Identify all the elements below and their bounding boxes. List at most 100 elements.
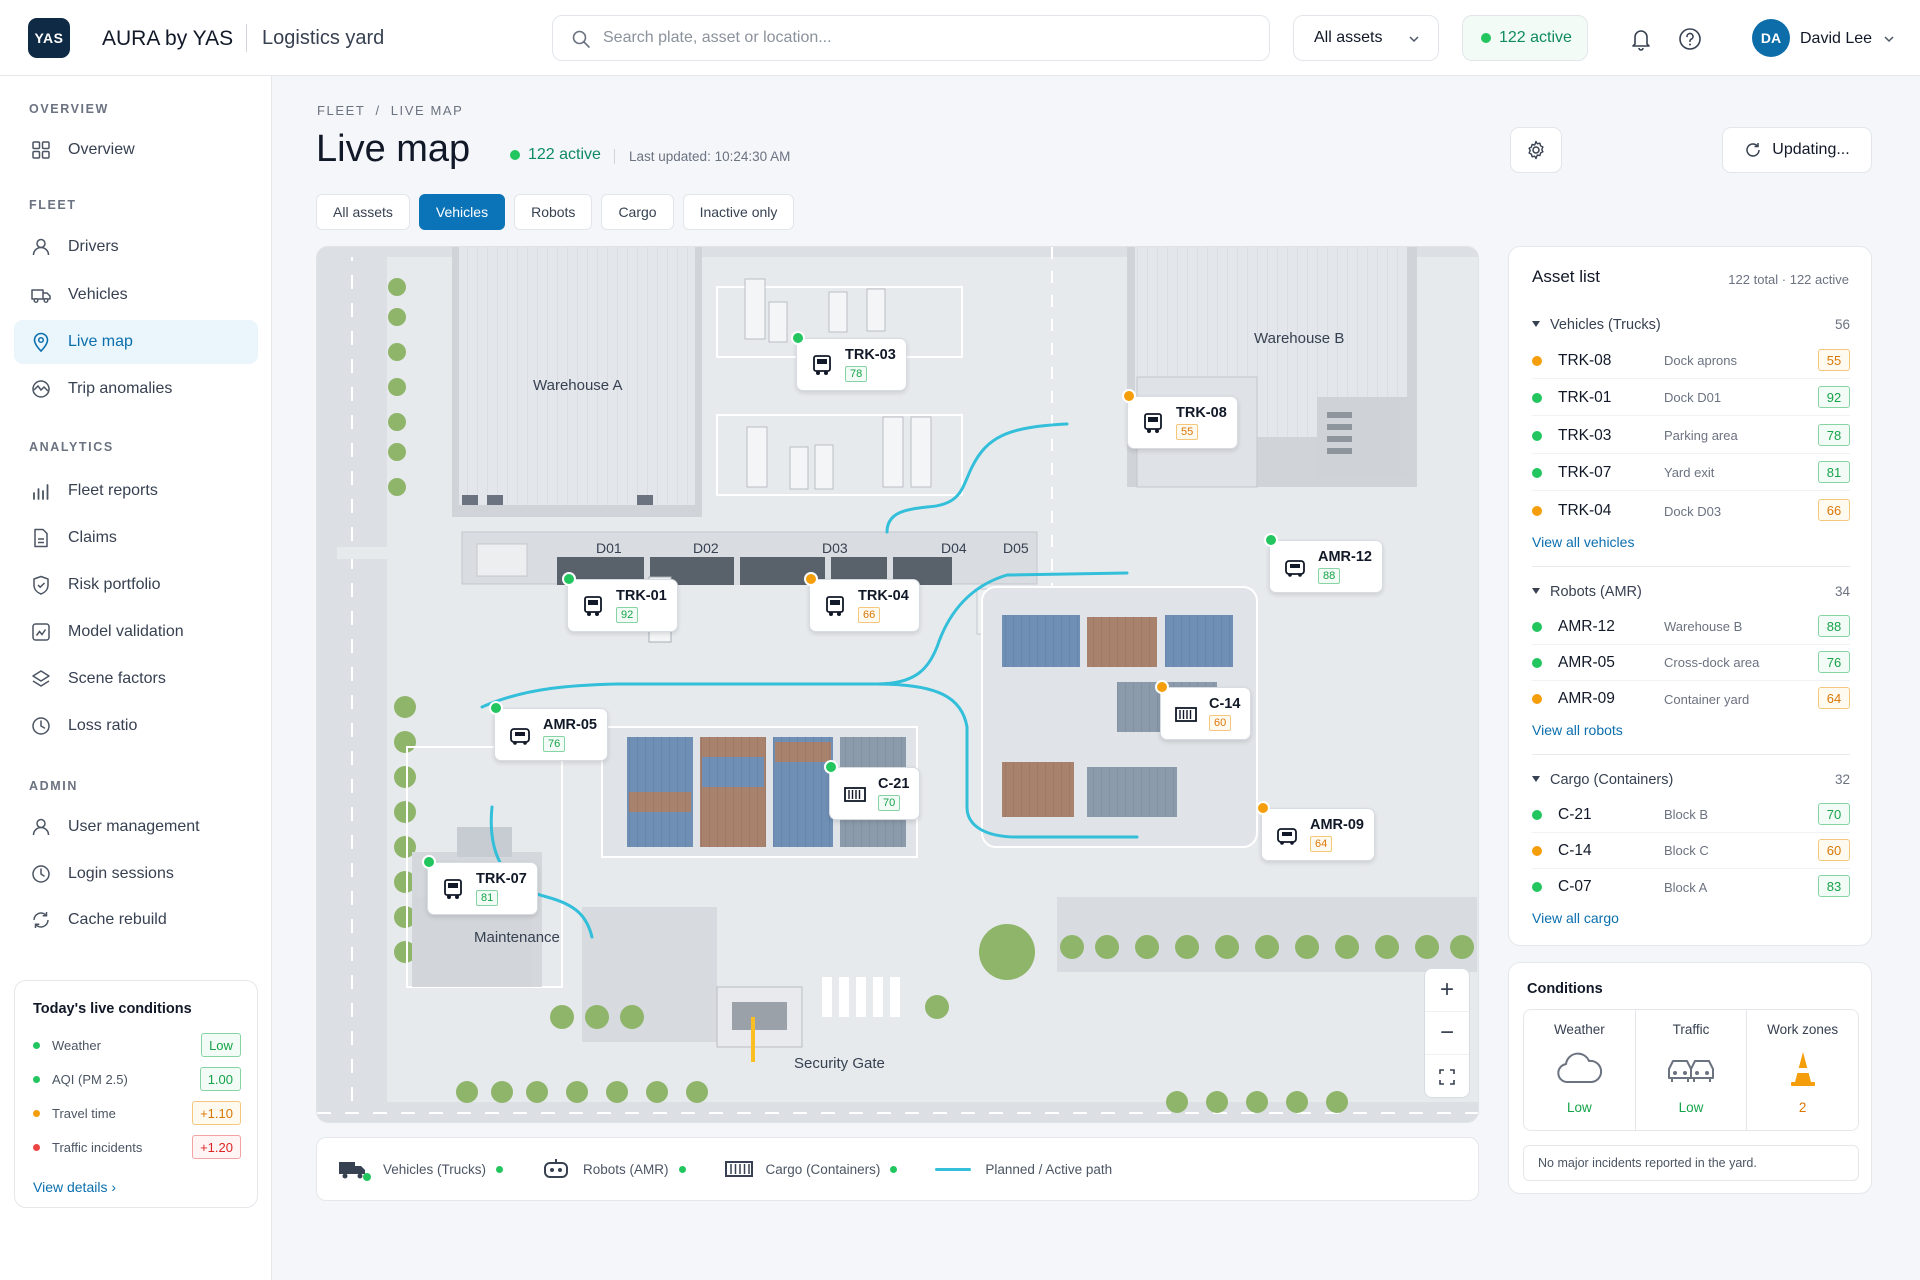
yard-map[interactable]: Warehouse A Warehouse B Maintenance Secu… (316, 246, 1479, 1123)
view-all-robots-link[interactable]: View all robots (1532, 722, 1623, 738)
fullscreen-button[interactable] (1425, 1055, 1469, 1098)
tab-cargo[interactable]: Cargo (601, 194, 674, 230)
asset-row[interactable]: TRK-07 Yard exit 81 (1532, 455, 1850, 491)
search-box[interactable] (552, 15, 1270, 61)
tab-inactive-only[interactable]: Inactive only (682, 194, 795, 230)
asset-row[interactable]: AMR-05 Cross-dock area 76 (1532, 645, 1850, 681)
asset-row[interactable]: TRK-01 Dock D01 92 (1532, 380, 1850, 416)
truck-icon (813, 354, 831, 375)
sidebar-item-vehicles[interactable]: Vehicles (14, 273, 258, 317)
asset-row[interactable]: TRK-08 Dock aprons 55 (1532, 343, 1850, 379)
sidebar-item-live-map[interactable]: Live map (14, 320, 258, 364)
search-input[interactable] (603, 16, 1243, 60)
asset-filter-dropdown[interactable]: All assets (1293, 15, 1439, 61)
sidebar-item-drivers[interactable]: Drivers (14, 225, 258, 269)
zoom-out-button[interactable]: − (1425, 1012, 1469, 1055)
status-dot (510, 150, 520, 160)
sidebar-section-admin: ADMIN (29, 779, 78, 793)
marker-score: 92 (616, 607, 639, 623)
map-marker-trk-04[interactable]: TRK-04 66 (804, 572, 920, 632)
settings-button[interactable] (1510, 127, 1562, 173)
marker-score: 55 (1176, 424, 1199, 440)
sidebar-item-claims[interactable]: Claims (14, 516, 258, 560)
map-marker-c-21[interactable]: C-21 70 (824, 760, 921, 820)
sidebar-item-user-management[interactable]: User management (14, 805, 258, 849)
condition-label: Traffic incidents (52, 1139, 143, 1155)
status-dot (496, 1165, 504, 1173)
status-dot (562, 572, 576, 586)
condition-value: 2 (1798, 1100, 1807, 1115)
view-all-cargo-link[interactable]: View all cargo (1532, 910, 1619, 926)
marker-score: 78 (845, 366, 868, 382)
asset-row[interactable]: TRK-04 Dock D03 66 (1532, 493, 1850, 529)
path-line-swatch (935, 1167, 972, 1171)
condition-label: Weather (1553, 1022, 1605, 1037)
user-name[interactable]: David Lee (1800, 30, 1872, 48)
sidebar-item-cache-rebuild[interactable]: Cache rebuild (14, 898, 258, 942)
live-conditions-title: Today's live conditions (33, 1001, 192, 1017)
asset-location: Block B (1664, 807, 1709, 822)
asset-row[interactable]: AMR-12 Warehouse B 88 (1532, 609, 1850, 645)
status-dot (33, 1143, 40, 1151)
sidebar-item-trip-anomalies[interactable]: Trip anomalies (14, 367, 258, 411)
bell-icon[interactable] (1628, 26, 1654, 52)
conditions-grid: Weather Low Traffic Low Work zones 2 (1523, 1009, 1859, 1131)
updating-button[interactable]: Updating... (1722, 127, 1872, 173)
zoom-in-button[interactable]: + (1425, 969, 1469, 1012)
active-count-pill[interactable]: 122 active (1462, 15, 1588, 61)
asset-id: TRK-08 (1558, 351, 1612, 369)
refresh-icon (1746, 143, 1761, 157)
sidebar-item-risk-portfolio[interactable]: Risk portfolio (14, 563, 258, 607)
sidebar-item-login-sessions[interactable]: Login sessions (14, 852, 258, 896)
workspace-title: Logistics yard (262, 27, 385, 49)
map-marker-trk-07[interactable]: TRK-07 81 (422, 855, 538, 915)
map-marker-trk-01[interactable]: TRK-01 92 (562, 572, 678, 632)
map-marker-trk-08[interactable]: TRK-08 55 (1122, 389, 1238, 449)
marker-id: TRK-07 (476, 871, 527, 887)
breadcrumb-fleet[interactable]: FLEET (317, 103, 365, 118)
asset-id: C-07 (1558, 878, 1592, 895)
avatar[interactable]: DA (1752, 19, 1790, 57)
asset-row[interactable]: AMR-09 Container yard 64 (1532, 681, 1850, 717)
truck-icon (444, 878, 462, 899)
cloud-icon (1557, 1052, 1603, 1083)
status-dot (33, 1109, 40, 1117)
group-header-vehicles[interactable]: Vehicles (Trucks) 56 (1532, 317, 1850, 333)
chevron-down-icon[interactable] (1883, 33, 1895, 45)
sidebar-item-model-validation[interactable]: Model validation (14, 610, 258, 654)
marker-id: C-21 (878, 776, 910, 792)
map-marker-amr-12[interactable]: AMR-12 88 (1264, 533, 1383, 593)
top-bar: YAS AURA by YAS Logistics yard All asset… (0, 0, 1920, 76)
asset-row[interactable]: C-21 Block B 70 (1532, 797, 1850, 833)
caret-down-icon (1532, 321, 1540, 327)
group-header-cargo[interactable]: Cargo (Containers) 32 (1532, 772, 1850, 788)
truck-icon (826, 595, 844, 616)
map-marker-trk-03[interactable]: TRK-03 78 (791, 331, 907, 391)
view-all-vehicles-link[interactable]: View all vehicles (1532, 534, 1634, 550)
asset-row[interactable]: C-07 Block A 83 (1532, 869, 1850, 905)
condition-label: Weather (52, 1037, 101, 1053)
asset-row[interactable]: C-14 Block C 60 (1532, 833, 1850, 869)
view-details-link[interactable]: View details › (33, 1179, 116, 1195)
asset-location: Dock D03 (1664, 503, 1722, 519)
sidebar-item-overview[interactable]: Overview (14, 128, 258, 172)
document-icon (34, 528, 48, 548)
sidebar-item-scene-factors[interactable]: Scene factors (14, 657, 258, 701)
sidebar-item-loss-ratio[interactable]: Loss ratio (14, 704, 258, 748)
group-header-robots[interactable]: Robots (AMR) 34 (1532, 584, 1850, 600)
tab-robots[interactable]: Robots (514, 194, 593, 230)
map-marker-amr-09[interactable]: AMR-09 64 (1256, 801, 1375, 861)
tab-vehicles[interactable]: Vehicles (418, 194, 506, 230)
asset-list-meta: 122 total · 122 active (1728, 272, 1849, 287)
help-icon[interactable] (1677, 26, 1703, 52)
status-dot (1122, 389, 1136, 403)
tab-all-assets[interactable]: All assets (316, 194, 410, 230)
status-dot (1532, 467, 1542, 478)
sidebar-item-fleet-reports[interactable]: Fleet reports (14, 469, 258, 513)
sidebar-item-label: Scene factors (68, 670, 166, 687)
asset-row[interactable]: TRK-03 Parking area 78 (1532, 418, 1850, 454)
map-marker-c-14[interactable]: C-14 60 (1155, 680, 1252, 740)
dock-label-d02: D02 (693, 540, 719, 556)
map-marker-amr-05[interactable]: AMR-05 76 (489, 701, 608, 761)
app-logo[interactable]: YAS (28, 18, 70, 58)
